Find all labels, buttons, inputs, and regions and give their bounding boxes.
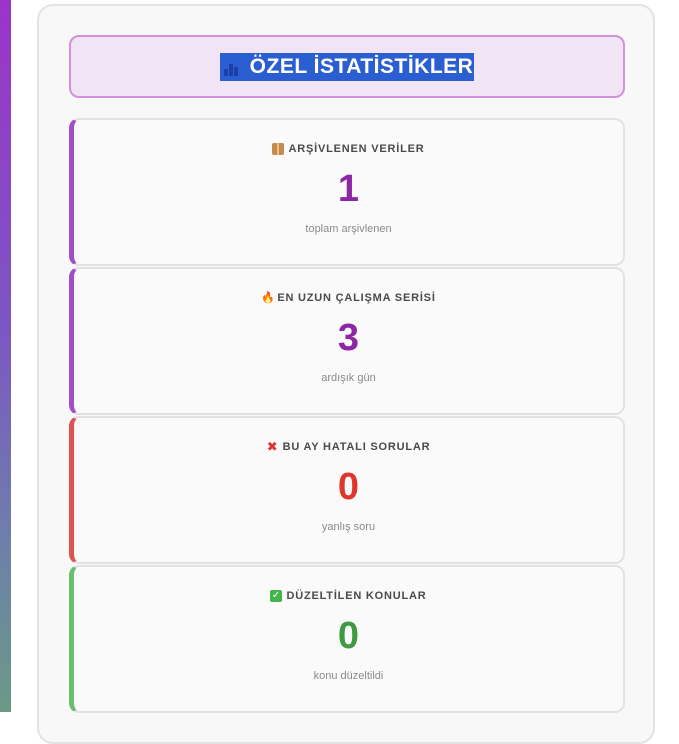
package-icon [272,143,285,155]
stat-card-wrong-questions: ✖ BU AY HATALI SORULAR 0 yanlış soru [69,416,625,564]
stat-card-subtext: toplam arşivlenen [305,223,392,235]
statistics-header: ÖZEL İSTATİSTİKLER [69,35,625,98]
stat-card-subtext: yanlış soru [321,521,376,533]
stat-card-subtext: konu düzeltildi [313,670,384,682]
stat-card-label: BU AY HATALI SORULAR [282,441,431,453]
check-mark-icon: ✓ [270,590,283,602]
header-title-selection: ÖZEL İSTATİSTİKLER [219,52,475,81]
stat-card-value: 0 [337,466,360,508]
stat-card-subtext: ardışık gün [321,372,376,384]
stat-card-label: ARŞİVLENEN VERİLER [288,143,425,155]
stat-card-longest-streak: 🔥 EN UZUN ÇALIŞMA SERİSİ 3 ardışık gün [69,267,625,415]
fire-icon: 🔥 [261,292,276,304]
stat-card-archived-data: ARŞİVLENEN VERİLER 1 toplam arşivlenen [69,118,625,266]
stat-card-fixed-topics: ✓ DÜZELTİLEN KONULAR 0 konu düzeltildi [69,565,625,713]
stat-card-value: 3 [337,317,360,359]
page-title: ÖZEL İSTATİSTİKLER [249,54,474,78]
cross-mark-icon: ✖ [266,439,279,454]
bar-chart-icon [220,56,242,78]
stat-card-label: EN UZUN ÇALIŞMA SERİSİ [277,292,436,304]
stat-card-value: 0 [337,615,360,657]
stat-card-label: DÜZELTİLEN KONULAR [286,590,427,602]
background-gradient-strip [0,0,11,712]
stat-card-value: 1 [337,168,360,210]
